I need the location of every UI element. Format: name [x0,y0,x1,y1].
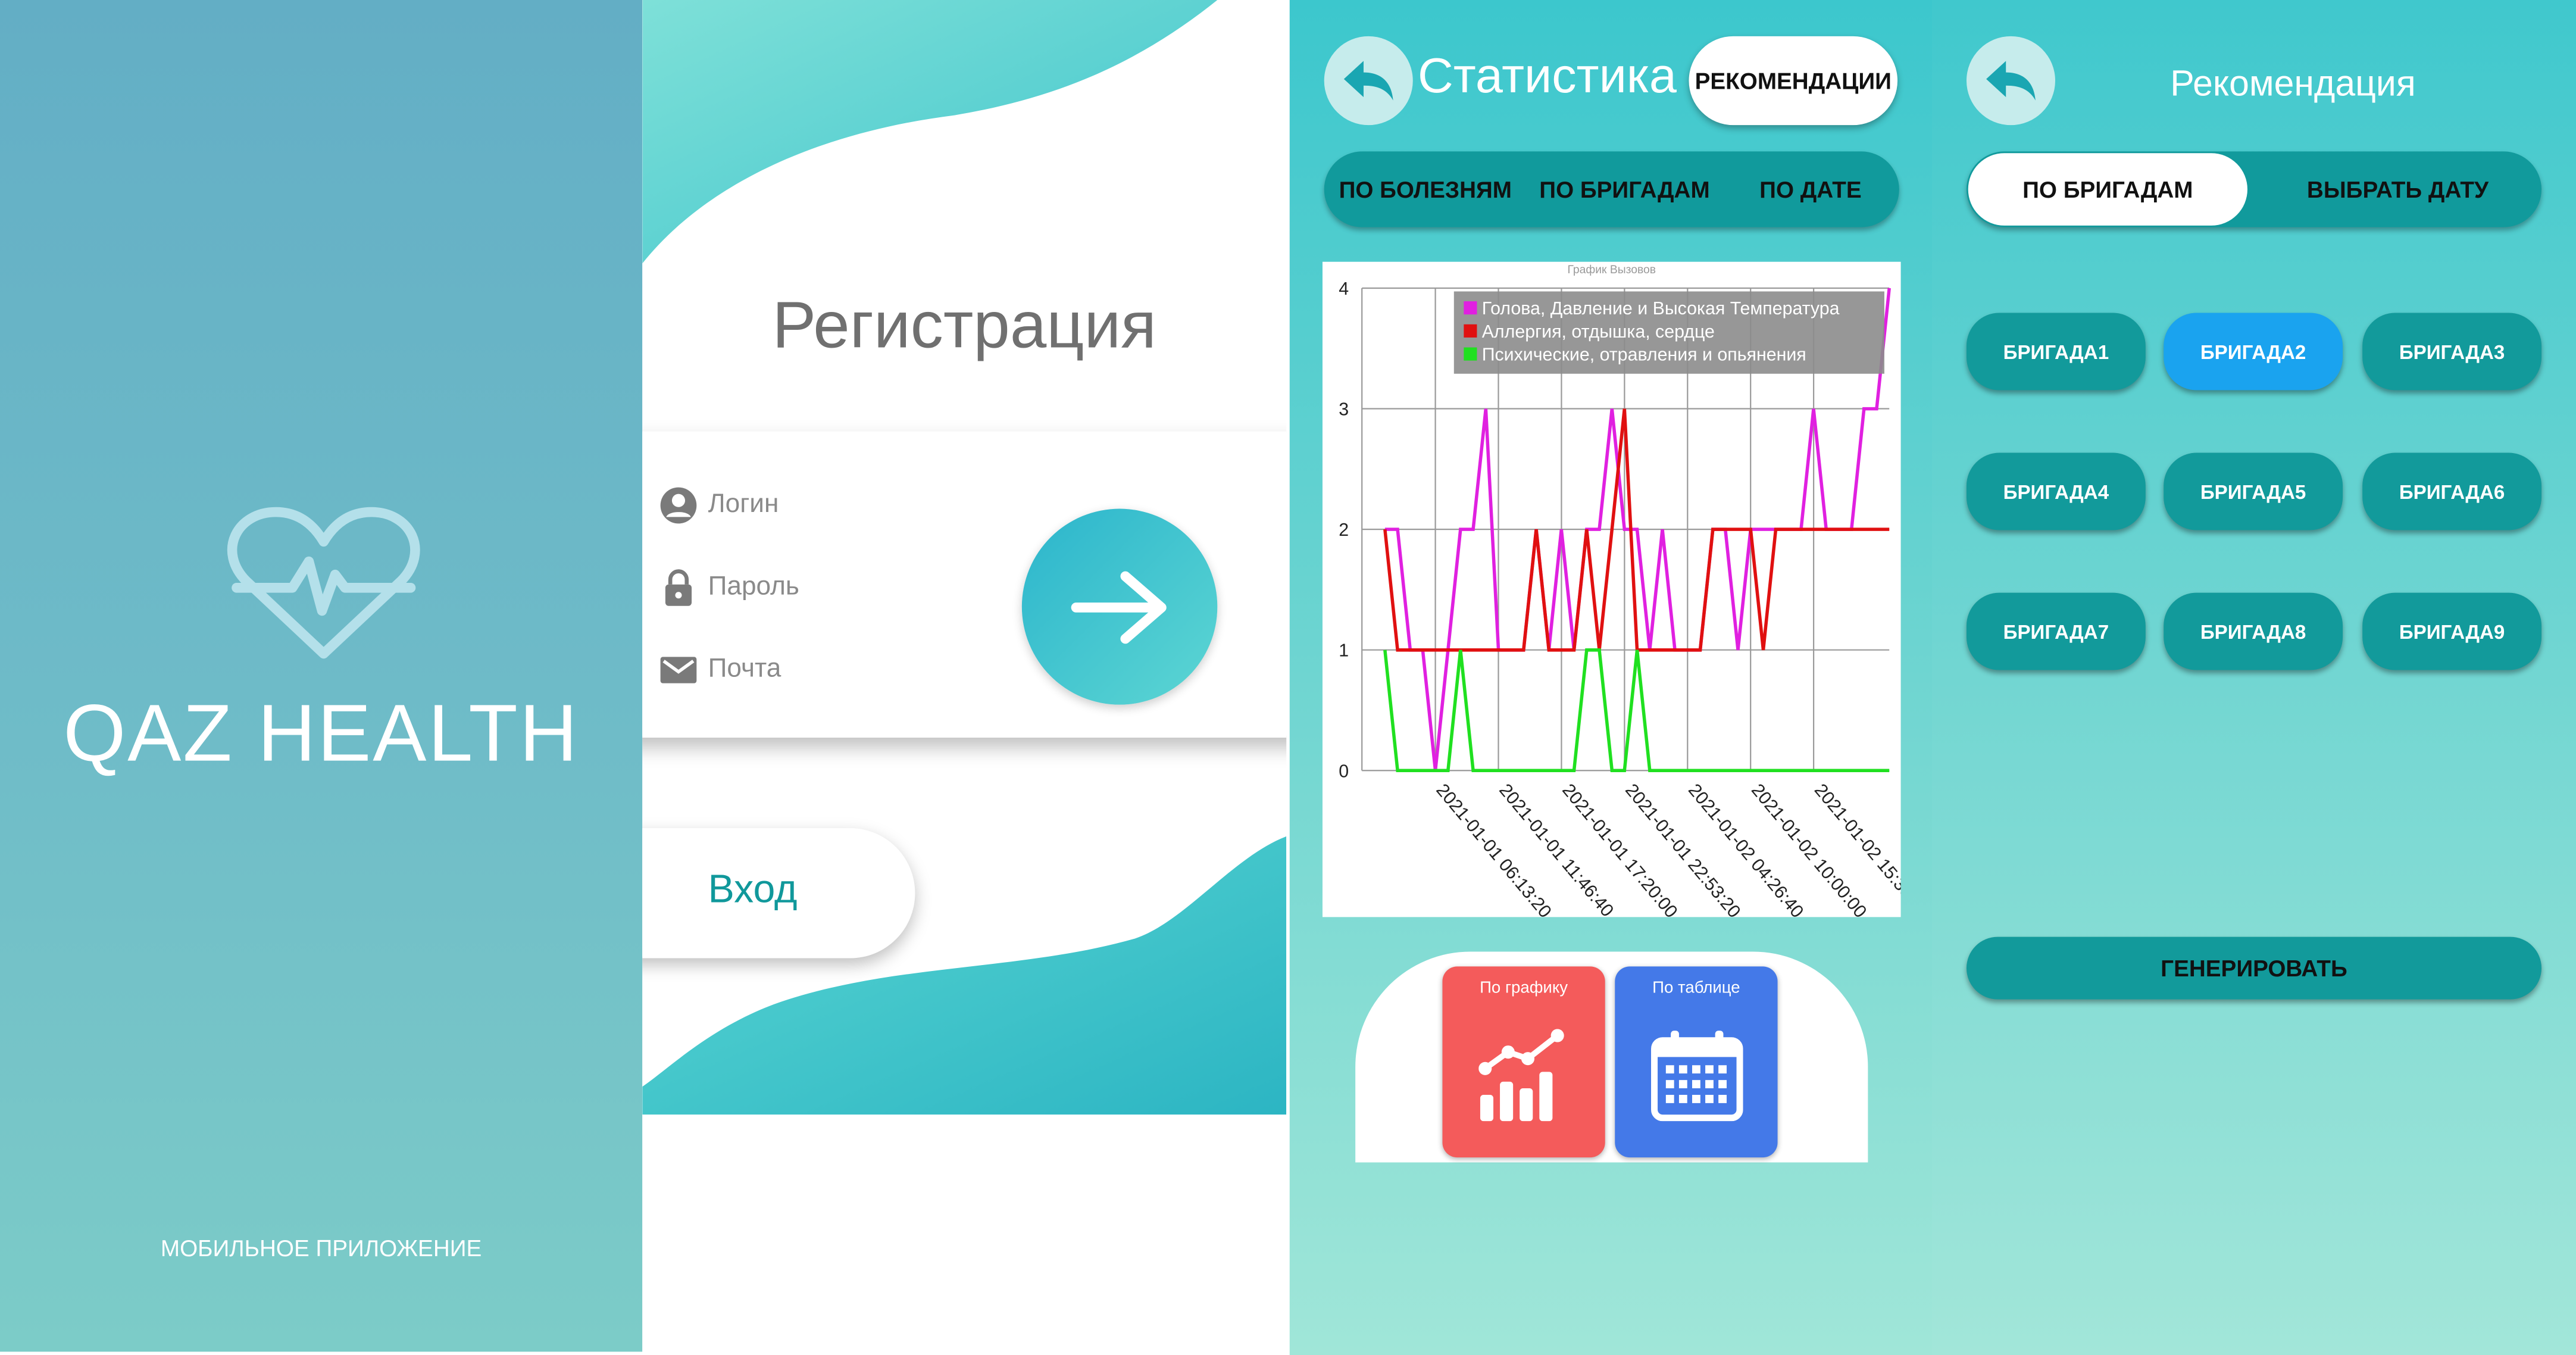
chart-title: График Вызовов [1568,264,1656,276]
recommendation-screen: Рекомендация ПО БРИГАДАМ ВЫБРАТЬ ДАТУ БР… [1932,0,2576,1355]
app-name: QAZ HEALTH [63,689,580,779]
x-tick-label: 2021-01-01 11:46:40 [1495,780,1618,917]
mode-selector: ПО БРИГАДАМ ВЫБРАТЬ ДАТУ [1966,151,2542,227]
view-mode-panel: По графику По таблице [1355,951,1868,1163]
brigade-button-5[interactable]: БРИГАДА5 [2164,452,2343,530]
back-button[interactable] [1966,36,2056,126]
by-chart-button[interactable]: По графику [1442,966,1605,1158]
statistics-screen: Статистика РЕКОМЕНДАЦИИ ПО БОЛЕЗНЯМ ПО Б… [1289,0,1932,1355]
calls-chart-svg: График Вызовов012342021-01-01 06:13:2020… [1339,264,1932,922]
legend-label: Психические, отравления и опьянения [1482,345,1806,365]
filter-tabs: ПО БОЛЕЗНЯМ ПО БРИГАДАМ ПО ДАТЕ [1324,151,1899,227]
calendar-icon [1651,1031,1743,1122]
brigade-button-6[interactable]: БРИГАДА6 [2362,452,2542,530]
brigade-button-3[interactable]: БРИГАДА3 [2362,313,2542,391]
back-arrow-icon [1986,61,2036,101]
y-tick-label: 0 [1339,761,1349,781]
legend-swatch [1464,301,1477,315]
mail-icon [660,657,697,683]
brigade-button-2[interactable]: БРИГАДА2 [2164,313,2343,391]
x-tick-label: 2021-01-01 06:13:20 [1432,780,1555,917]
password-label: Пароль [708,573,799,601]
submit-button[interactable] [1021,508,1218,705]
brigade-button-7[interactable]: БРИГАДА7 [1966,592,2146,670]
splash-screen: QAZ HEALTH МОБИЛЬНОЕ ПРИЛОЖЕНИЕ [0,0,643,1352]
arrow-right-icon [1070,570,1166,643]
tab-by-brigade[interactable]: ПО БРИГАДАМ [1539,176,1709,202]
login-button-label: Вход [708,867,798,913]
by-table-label: По таблице [1652,979,1740,998]
legend-swatch [1464,324,1477,338]
x-tick-label: 2021-01-02 10:00:00 [1747,780,1871,917]
email-label: Почта [708,655,781,683]
by-table-button[interactable]: По таблице [1615,966,1778,1158]
legend-label: Голова, Давление и Высокая Температура [1482,298,1840,319]
brigade-button-4[interactable]: БРИГАДА4 [1966,452,2146,530]
tab-by-disease[interactable]: ПО БОЛЕЗНЯМ [1339,176,1512,202]
login-field[interactable]: Логин [659,481,779,530]
page-title: Статистика [1418,49,1677,104]
back-button[interactable] [1324,36,1413,126]
registration-screen: Регистрация Логин Пароль Почта Вход [642,0,1287,1355]
page-title: Регистрация [772,289,1156,363]
x-tick-label: 2021-01-01 17:20:00 [1558,780,1681,917]
user-icon [660,487,697,524]
back-arrow-icon [1343,61,1393,101]
bar-chart-icon [1478,1029,1564,1122]
brigade-button-9[interactable]: БРИГАДА9 [2362,592,2542,670]
y-tick-label: 1 [1339,641,1349,661]
generate-button[interactable]: ГЕНЕРИРОВАТЬ [1966,936,2542,1000]
tab-by-date[interactable]: ПО ДАТЕ [1759,176,1861,202]
x-tick-label: 2021-01-02 04:26:40 [1684,780,1808,917]
heart-pulse-icon [227,507,420,659]
brigade-button-1[interactable]: БРИГАДА1 [1966,313,2146,391]
x-tick-label: 2021-01-01 22:53:20 [1621,780,1745,917]
email-field[interactable]: Почта [659,645,781,695]
login-label: Логин [708,491,779,519]
segment-by-brigade[interactable]: ПО БРИГАДАМ [1968,153,2247,226]
lock-icon [665,569,692,606]
recommendations-button[interactable]: РЕКОМЕНДАЦИИ [1689,36,1898,126]
brigade-button-8[interactable]: БРИГАДА8 [2164,592,2343,670]
segment-choose-date[interactable]: ВЫБРАТЬ ДАТУ [2254,151,2541,227]
password-field[interactable]: Пароль [659,563,799,613]
y-tick-label: 4 [1339,279,1349,299]
legend-swatch [1464,347,1477,361]
by-chart-label: По графику [1480,979,1568,998]
app-subtitle: МОБИЛЬНОЕ ПРИЛОЖЕНИЕ [160,1235,482,1262]
y-tick-label: 2 [1339,520,1349,540]
login-button[interactable]: Вход [642,828,915,959]
page-title: Рекомендация [2170,63,2416,104]
y-tick-label: 3 [1339,399,1349,420]
calls-chart: График Вызовов 0 1 2 3 4 2021-01-01 06:13:20 20… [1322,261,1932,922]
legend-label: Аллергия, отдышка, сердце [1482,321,1715,342]
